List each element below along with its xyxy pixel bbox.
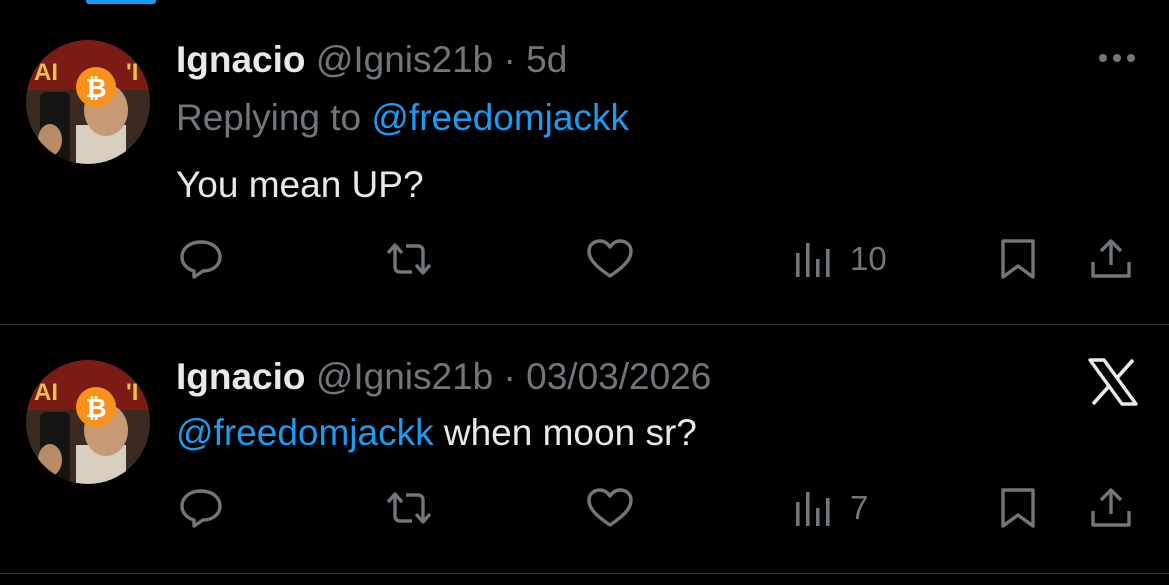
retweet-icon bbox=[386, 243, 432, 275]
mention-link[interactable]: @freedomjackk bbox=[176, 412, 434, 453]
more-icon bbox=[1099, 54, 1135, 62]
views-count: 7 bbox=[850, 489, 869, 526]
reply-tweet[interactable]: AI 'I ₿ Ignacio @Ignis21b · 5d Replying … bbox=[0, 0, 1169, 324]
replying-to-line: Replying to @freedomjackk bbox=[176, 96, 629, 140]
share-button[interactable] bbox=[1089, 486, 1133, 530]
avatar[interactable]: AI 'I ₿ bbox=[26, 40, 150, 164]
separator-dot: · bbox=[503, 356, 516, 397]
tweet-actions: 7 bbox=[176, 486, 1166, 530]
tweet-text: You mean UP? bbox=[176, 164, 424, 205]
bookmark-icon bbox=[1001, 239, 1035, 279]
reply-icon bbox=[180, 489, 222, 528]
svg-text:₿: ₿ bbox=[85, 394, 106, 424]
bookmark-button[interactable] bbox=[998, 237, 1038, 281]
bookmark-icon bbox=[1001, 488, 1035, 528]
separator-dot: · bbox=[503, 39, 516, 80]
like-button[interactable] bbox=[585, 237, 635, 281]
svg-text:AI: AI bbox=[34, 59, 58, 86]
tweet-header: Ignacio @Ignis21b · 03/03/2026 bbox=[176, 355, 711, 399]
svg-text:'I: 'I bbox=[126, 59, 138, 86]
reply-icon bbox=[180, 240, 222, 279]
tweet-text-line: @freedomjackk when moon sr? bbox=[176, 411, 697, 455]
views-count: 10 bbox=[850, 240, 887, 277]
views-button[interactable]: 7 bbox=[794, 486, 868, 530]
views-chart-icon bbox=[796, 492, 830, 526]
like-button[interactable] bbox=[585, 486, 635, 530]
heart-icon bbox=[587, 488, 633, 527]
views-button[interactable]: 10 bbox=[794, 237, 887, 281]
avatar[interactable]: AI 'I ₿ bbox=[26, 360, 150, 484]
tweet-text: when moon sr? bbox=[443, 412, 697, 453]
replying-to-handle[interactable]: @freedomjackk bbox=[371, 97, 629, 138]
retweet-button[interactable] bbox=[384, 237, 434, 281]
user-handle[interactable]: @Ignis21b bbox=[316, 39, 493, 80]
tweet-header: Ignacio @Ignis21b · 5d bbox=[176, 38, 567, 82]
display-name[interactable]: Ignacio bbox=[176, 356, 306, 397]
reply-button[interactable] bbox=[178, 486, 224, 530]
user-handle[interactable]: @Ignis21b bbox=[316, 356, 493, 397]
svg-text:₿: ₿ bbox=[85, 74, 106, 104]
mention-tweet[interactable]: AI 'I ₿ Ignacio @Ignis21b · 03/03/2026 @… bbox=[0, 325, 1169, 573]
bookmark-button[interactable] bbox=[998, 486, 1038, 530]
x-logo bbox=[1087, 358, 1139, 411]
more-options-button[interactable] bbox=[1095, 48, 1139, 73]
heart-icon bbox=[587, 239, 633, 278]
share-button[interactable] bbox=[1089, 237, 1133, 281]
timestamp[interactable]: 03/03/2026 bbox=[526, 356, 711, 397]
views-chart-icon bbox=[796, 243, 830, 277]
svg-text:'I: 'I bbox=[126, 379, 138, 406]
display-name[interactable]: Ignacio bbox=[176, 39, 306, 80]
reply-button[interactable] bbox=[178, 237, 224, 281]
svg-text:AI: AI bbox=[34, 379, 58, 406]
x-logo-icon bbox=[1088, 358, 1138, 406]
replying-to-label: Replying to bbox=[176, 97, 362, 138]
timestamp[interactable]: 5d bbox=[526, 39, 567, 80]
share-icon bbox=[1091, 488, 1131, 527]
share-icon bbox=[1091, 239, 1131, 278]
retweet-button[interactable] bbox=[384, 486, 434, 530]
tweet-actions: 10 bbox=[176, 237, 1166, 281]
retweet-icon bbox=[386, 492, 432, 524]
tweet-divider bbox=[0, 573, 1169, 574]
